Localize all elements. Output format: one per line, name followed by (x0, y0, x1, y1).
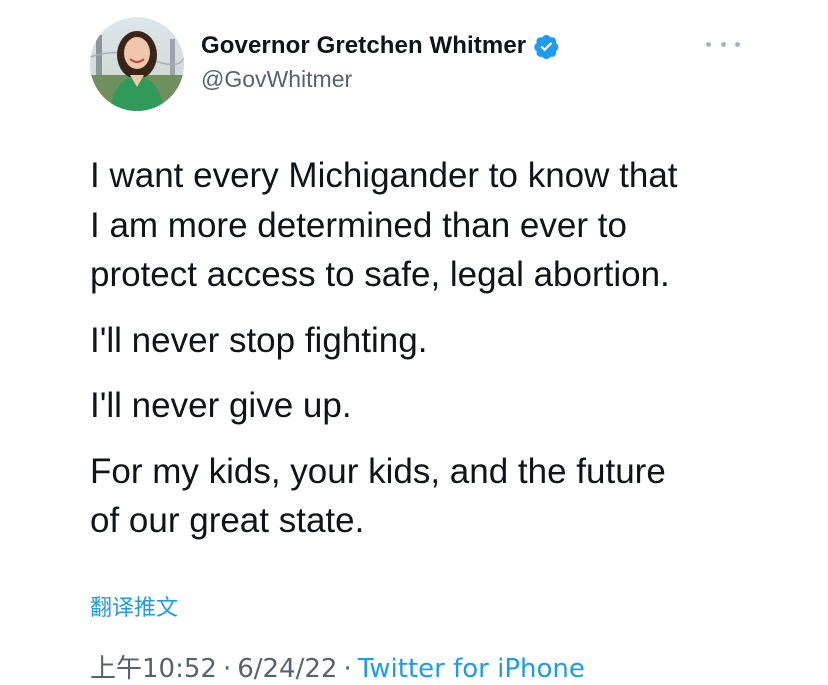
author-name-row: Governor Gretchen Whitmer (201, 31, 560, 61)
tweet-meta: 上午10:52 · 6/24/22 · Twitter for iPhone (90, 648, 585, 685)
tweet-paragraph: I'll never give up. (90, 381, 790, 431)
tweet-paragraph: I want every Michigander to know that I … (90, 151, 790, 300)
meta-separator: · (343, 654, 352, 684)
tweet-line: I want every Michigander to know that (90, 156, 678, 195)
more-dot (706, 41, 711, 47)
tweet-line: I'll never stop fighting. (90, 320, 428, 360)
verified-badge-icon (533, 33, 560, 60)
avatar[interactable] (90, 17, 184, 111)
more-dot (735, 41, 740, 47)
tweet-line: protect access to safe, legal abortion. (90, 255, 670, 294)
author-handle[interactable]: @GovWhitmer (201, 66, 352, 93)
translate-tweet-link[interactable]: 翻译推文 (90, 590, 178, 622)
tweet-line: For my kids, your kids, and the future (90, 451, 666, 491)
author-display-name[interactable]: Governor Gretchen Whitmer (201, 32, 526, 60)
tweet-time[interactable]: 上午10:52 (90, 654, 217, 684)
tweet-paragraph: For my kids, your kids, and the future o… (90, 447, 790, 546)
tweet-text: I want every Michigander to know that I … (90, 151, 790, 562)
more-horizontal-icon[interactable] (706, 36, 740, 52)
tweet-paragraph: I'll never stop fighting. (90, 316, 790, 366)
more-dot (720, 41, 726, 47)
tweet-line: I'll never give up. (90, 386, 352, 425)
meta-separator: · (222, 654, 232, 684)
tweet-line: I am more determined than ever to (90, 205, 627, 245)
tweet-source-link[interactable]: Twitter for iPhone (358, 654, 585, 684)
tweet-line: of our great state. (90, 501, 365, 540)
avatar-photo (90, 17, 184, 111)
tweet-date[interactable]: 6/24/22 (237, 654, 337, 684)
